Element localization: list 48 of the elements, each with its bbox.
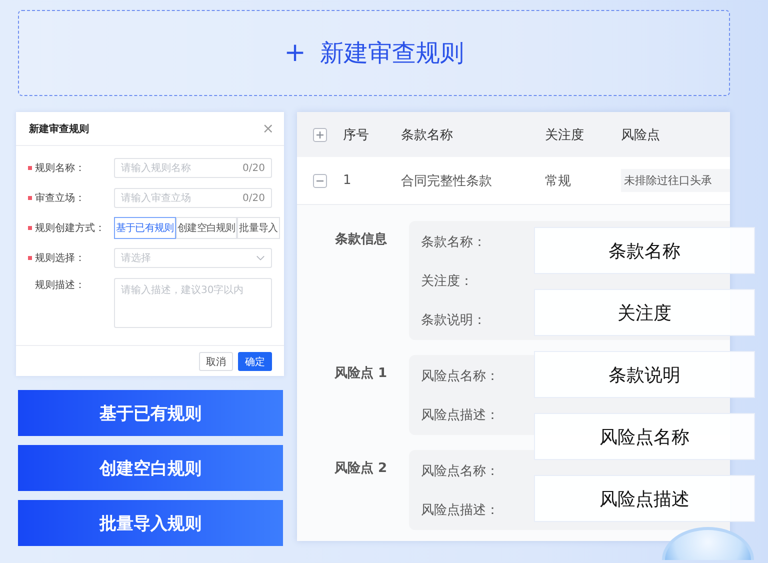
placeholder-text: 请输入审查立场: [121, 192, 191, 205]
field-label: 风险点名称：: [421, 368, 500, 384]
dialog-title: 新建审查规则: [29, 122, 89, 136]
label-chip: 风险点描述: [534, 475, 755, 522]
field-label: 风险点名称：: [421, 462, 500, 480]
field-label: 风险点描述：: [421, 406, 500, 424]
char-counter: 0/20: [242, 162, 265, 174]
table-cell-text: 常规: [545, 172, 572, 190]
group-title: 风险点 2: [333, 460, 388, 478]
risk-tag: 未排除过往口头承: [621, 169, 730, 192]
label-chip: 风险点名称: [534, 413, 755, 460]
confirm-button[interactable]: 确定: [238, 352, 272, 370]
add-rule-button[interactable]: + 新建审查规则: [18, 10, 730, 96]
segment-option[interactable]: 批量导入: [237, 217, 280, 239]
group-title: 条款信息: [334, 231, 388, 249]
column-header: 关注度: [545, 126, 585, 144]
segment-option[interactable]: 基于已有规则: [114, 217, 176, 239]
field-label: 关注度：: [421, 272, 474, 290]
char-counter: 0/20: [242, 192, 265, 204]
group-title: 风险点 1: [333, 365, 388, 383]
mode-button[interactable]: 创建空白规则: [18, 445, 283, 491]
table-cell-text: 合同完整性条款: [401, 172, 493, 190]
column-header: 条款名称: [401, 126, 454, 144]
close-icon[interactable]: ×: [262, 120, 274, 136]
field-label: 规则描述：: [34, 278, 85, 292]
expand-all-icon[interactable]: [313, 128, 327, 142]
field-label: 风险点描述：: [421, 502, 500, 518]
mode-button[interactable]: 基于已有规则: [18, 390, 283, 436]
plus-icon: +: [284, 38, 306, 68]
placeholder-text: 请选择: [121, 252, 151, 265]
chevron-down-icon: [256, 255, 265, 261]
placeholder-text: 请输入规则名称: [121, 162, 191, 175]
field-label: 条款说明：: [421, 312, 487, 328]
field-label: 条款名称：: [421, 234, 487, 250]
add-rule-label: 新建审查规则: [320, 38, 464, 69]
label-chip: 条款名称: [534, 227, 755, 274]
cancel-button[interactable]: 取消: [199, 352, 233, 370]
placeholder-text: 请输入描述，建议30字以内: [121, 284, 244, 297]
input-field[interactable]: 请输入审查立场 0/20: [114, 188, 272, 208]
input-field[interactable]: 请输入规则名称 0/20: [114, 158, 272, 178]
label-chip: 关注度: [534, 289, 755, 336]
collapse-icon[interactable]: [313, 174, 327, 188]
column-header: 序号: [343, 126, 370, 144]
segment-option[interactable]: 创建空白规则: [176, 217, 238, 239]
mode-button[interactable]: 批量导入规则: [18, 500, 283, 546]
table-cell-text: 1: [343, 173, 352, 188]
label-chip: 条款说明: [534, 351, 755, 398]
column-header: 风险点: [621, 126, 661, 144]
